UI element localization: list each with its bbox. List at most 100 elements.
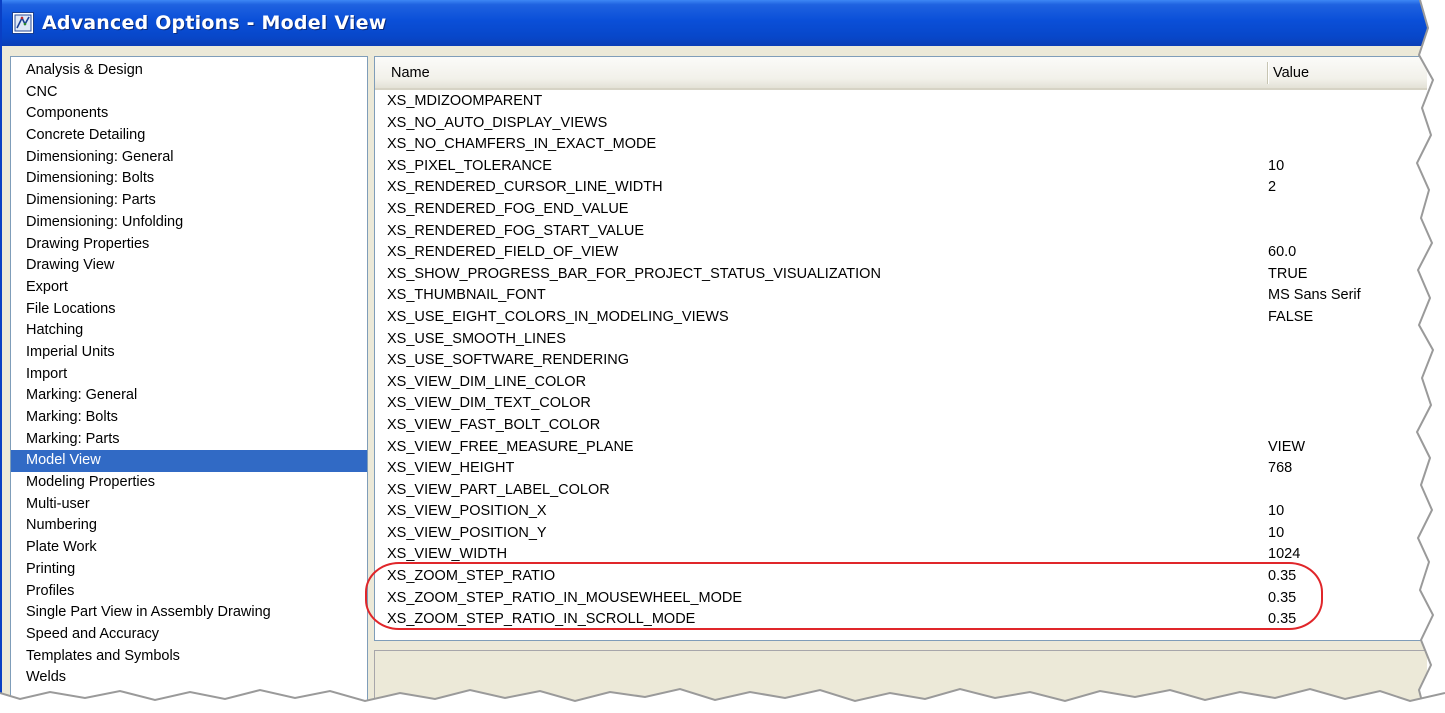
row-name-cell: XS_MDIZOOMPARENT: [387, 93, 543, 109]
row-name-cell: XS_NO_CHAMFERS_IN_EXACT_MODE: [387, 136, 657, 153]
table-row[interactable]: XS_VIEW_WIDTH 1024: [375, 544, 1427, 566]
category-item-imperial-units[interactable]: Imperial Units: [11, 342, 367, 364]
table-row[interactable]: XS_VIEW_POSITION_X 10: [375, 501, 1427, 523]
column-header-name[interactable]: Name: [391, 57, 430, 88]
table-row[interactable]: XS_USE_SMOOTH_LINES: [375, 329, 1427, 351]
table-row[interactable]: XS_USE_SOFTWARE_RENDERING: [375, 350, 1427, 372]
table-row[interactable]: XS_VIEW_FREE_MEASURE_PLANE VIEW: [375, 437, 1427, 459]
options-table[interactable]: Name Value XS_MDIZOOMPARENT XS_NO_AUTO_DI…: [374, 56, 1427, 641]
category-item-components[interactable]: Components: [11, 103, 367, 125]
row-name-cell: XS_VIEW_FREE_MEASURE_PLANE: [387, 438, 634, 455]
table-row[interactable]: XS_RENDERED_CURSOR_LINE_WIDTH 2: [375, 177, 1427, 199]
table-row[interactable]: XS_VIEW_DIM_LINE_COLOR: [375, 372, 1427, 394]
row-name-cell: XS_USE_SMOOTH_LINES: [387, 330, 566, 347]
row-name-cell: XS_USE_SOFTWARE_RENDERING: [387, 352, 629, 369]
row-name-cell: XS_ZOOM_STEP_RATIO_IN_SCROLL_MODE: [387, 611, 696, 628]
category-item-dimensioning-unfolding[interactable]: Dimensioning: Unfolding: [11, 212, 367, 234]
table-row[interactable]: XS_NO_AUTO_DISPLAY_VIEWS: [375, 113, 1427, 135]
table-row[interactable]: XS_RENDERED_FOG_END_VALUE: [375, 199, 1427, 221]
row-value-cell[interactable]: 10: [1268, 501, 1284, 523]
row-value-cell[interactable]: 10: [1268, 156, 1284, 178]
table-row[interactable]: XS_RENDERED_FIELD_OF_VIEW 60.0: [375, 242, 1427, 264]
torn-paper-edge-bottom: [0, 687, 1445, 713]
table-row[interactable]: XS_USE_EIGHT_COLORS_IN_MODELING_VIEWS FAL…: [375, 307, 1427, 329]
column-divider[interactable]: [1267, 62, 1268, 84]
table-row[interactable]: XS_SHOW_PROGRESS_BAR_FOR_PROJECT_STATUS_…: [375, 264, 1427, 286]
table-rows: XS_MDIZOOMPARENT XS_NO_AUTO_DISPLAY_VIEWS…: [375, 91, 1427, 631]
category-item-file-locations[interactable]: File Locations: [11, 299, 367, 321]
table-row[interactable]: XS_RENDERED_FOG_START_VALUE: [375, 221, 1427, 243]
category-item-profiles[interactable]: Profiles: [11, 581, 367, 603]
table-row[interactable]: XS_VIEW_POSITION_Y 10: [375, 523, 1427, 545]
category-item-modeling-properties[interactable]: Modeling Properties: [11, 472, 367, 494]
category-item-numbering[interactable]: Numbering: [11, 515, 367, 537]
row-value-cell[interactable]: 60.0: [1268, 242, 1296, 264]
category-item-import[interactable]: Import: [11, 364, 367, 386]
title-bar[interactable]: Advanced Options - Model View: [2, 0, 1427, 46]
table-row[interactable]: XS_THUMBNAIL_FONT MS Sans Serif: [375, 285, 1427, 307]
category-list[interactable]: Analysis & Design CNC Components Concrete D…: [10, 56, 368, 713]
app-options-icon: [12, 12, 34, 34]
category-item-drawing-properties[interactable]: Drawing Properties: [11, 234, 367, 256]
category-item-concrete-detailing[interactable]: Concrete Detailing: [11, 125, 367, 147]
category-item-plate-work[interactable]: Plate Work: [11, 537, 367, 559]
category-item-hatching[interactable]: Hatching: [11, 320, 367, 342]
row-name-cell: XS_RENDERED_CURSOR_LINE_WIDTH: [387, 179, 663, 196]
table-row[interactable]: XS_VIEW_HEIGHT 768: [375, 458, 1427, 480]
category-item-speed-and-accuracy[interactable]: Speed and Accuracy: [11, 624, 367, 646]
row-value-cell[interactable]: 768: [1268, 458, 1292, 480]
category-item-marking-bolts[interactable]: Marking: Bolts: [11, 407, 367, 429]
row-name-cell: XS_ZOOM_STEP_RATIO: [387, 568, 556, 585]
row-name-cell: XS_RENDERED_FOG_END_VALUE: [387, 200, 629, 217]
row-name-cell: XS_USE_EIGHT_COLORS_IN_MODELING_VIEWS: [387, 308, 729, 325]
table-row[interactable]: XS_ZOOM_STEP_RATIO_IN_SCROLL_MODE 0.35: [375, 609, 1427, 631]
row-name-cell: XS_VIEW_DIM_TEXT_COLOR: [387, 395, 591, 412]
row-value-cell[interactable]: 0.35: [1268, 588, 1296, 610]
row-name-cell: XS_VIEW_DIM_LINE_COLOR: [387, 373, 587, 390]
category-item-marking-parts[interactable]: Marking: Parts: [11, 429, 367, 451]
row-value-cell[interactable]: 0.35: [1268, 609, 1296, 631]
row-name-cell: XS_NO_AUTO_DISPLAY_VIEWS: [387, 114, 608, 131]
table-row[interactable]: XS_VIEW_FAST_BOLT_COLOR: [375, 415, 1427, 437]
category-item-drawing-view[interactable]: Drawing View: [11, 255, 367, 277]
row-name-cell: XS_VIEW_PART_LABEL_COLOR: [387, 481, 610, 498]
row-value-cell[interactable]: 10: [1268, 523, 1284, 545]
table-row[interactable]: XS_NO_CHAMFERS_IN_EXACT_MODE: [375, 134, 1427, 156]
row-name-cell: XS_THUMBNAIL_FONT: [387, 287, 546, 304]
table-row[interactable]: XS_MDIZOOMPARENT: [375, 91, 1427, 113]
table-row[interactable]: XS_ZOOM_STEP_RATIO_IN_MOUSEWHEEL_MODE 0.3…: [375, 588, 1427, 610]
row-name-cell: XS_VIEW_POSITION_Y: [387, 524, 547, 541]
category-item-model-view[interactable]: Model View: [11, 450, 367, 473]
table-header: Name Value: [375, 57, 1427, 90]
row-value-cell[interactable]: VIEW: [1268, 437, 1305, 459]
row-name-cell: XS_VIEW_POSITION_X: [387, 503, 547, 520]
row-value-cell[interactable]: 1024: [1268, 544, 1300, 566]
category-item-single-part-view-in-assembly-drawing[interactable]: Single Part View in Assembly Drawing: [11, 602, 367, 624]
row-name-cell: XS_VIEW_HEIGHT: [387, 460, 515, 477]
category-item-marking-general[interactable]: Marking: General: [11, 385, 367, 407]
table-row[interactable]: XS_ZOOM_STEP_RATIO 0.35: [375, 566, 1427, 588]
category-item-dimensioning-general[interactable]: Dimensioning: General: [11, 147, 367, 169]
category-item-analysis-design[interactable]: Analysis & Design: [11, 60, 367, 82]
category-item-export[interactable]: Export: [11, 277, 367, 299]
column-header-value[interactable]: Value: [1273, 57, 1309, 88]
row-name-cell: XS_RENDERED_FIELD_OF_VIEW: [387, 244, 619, 261]
category-item-dimensioning-bolts[interactable]: Dimensioning: Bolts: [11, 168, 367, 190]
category-item-printing[interactable]: Printing: [11, 559, 367, 581]
row-value-cell[interactable]: 0.35: [1268, 566, 1296, 588]
row-value-cell[interactable]: MS Sans Serif: [1268, 285, 1361, 307]
torn-paper-edge-right: [1415, 0, 1445, 713]
advanced-options-window: Advanced Options - Model View Analysis &…: [0, 0, 1427, 713]
row-value-cell[interactable]: 2: [1268, 177, 1276, 199]
row-value-cell[interactable]: TRUE: [1268, 264, 1307, 286]
category-item-multi-user[interactable]: Multi-user: [11, 494, 367, 516]
table-row[interactable]: XS_PIXEL_TOLERANCE 10: [375, 156, 1427, 178]
row-name-cell: XS_VIEW_WIDTH: [387, 546, 508, 563]
category-item-dimensioning-parts[interactable]: Dimensioning: Parts: [11, 190, 367, 212]
table-row[interactable]: XS_VIEW_DIM_TEXT_COLOR: [375, 393, 1427, 415]
row-name-cell: XS_SHOW_PROGRESS_BAR_FOR_PROJECT_STATUS_…: [387, 265, 881, 282]
row-value-cell[interactable]: FALSE: [1268, 307, 1313, 329]
table-row[interactable]: XS_VIEW_PART_LABEL_COLOR: [375, 480, 1427, 502]
category-item-cnc[interactable]: CNC: [11, 82, 367, 104]
category-item-templates-and-symbols[interactable]: Templates and Symbols: [11, 646, 367, 668]
